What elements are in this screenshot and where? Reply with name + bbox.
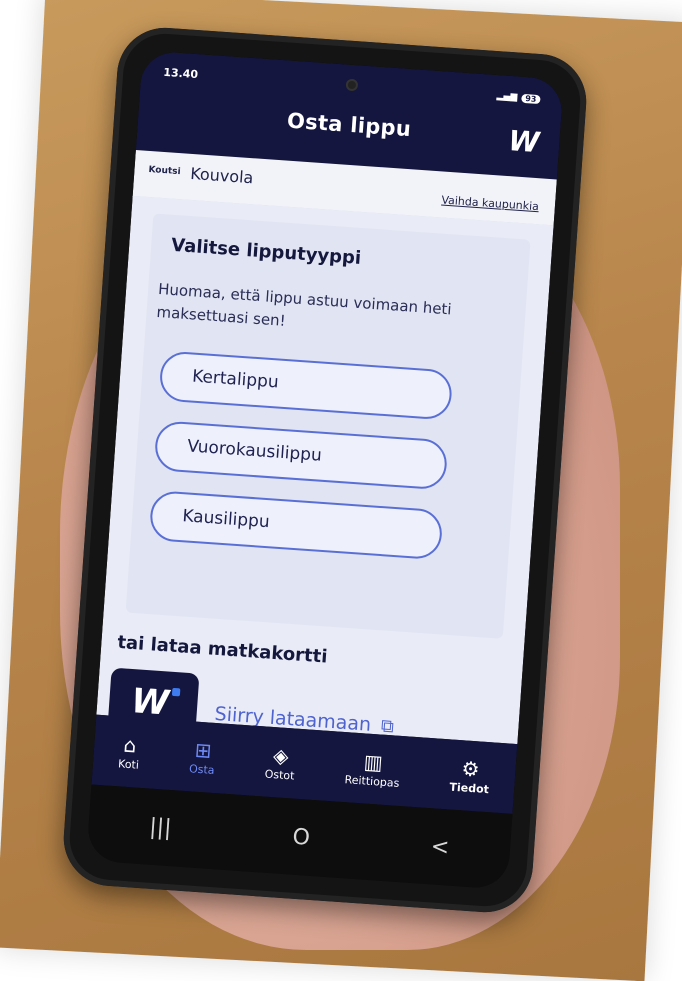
ticket-note: Huomaa, että lippu astuu voimaan heti ma… (155, 279, 453, 330)
nav-item-koti[interactable]: ⌂ Koti (117, 732, 141, 772)
nav-item-osta[interactable]: ⊞ Osta (188, 737, 217, 777)
option-kertalippu-button[interactable]: Kertalippu (158, 350, 454, 421)
battery-badge: 93 (520, 93, 541, 104)
status-icons: ▂▄▆ 93 (496, 91, 541, 104)
phone: 13.40 ▂▄▆ 93 Osta lippu W Koutsi Kouvola… (60, 24, 590, 916)
option-kausilippu-button[interactable]: Kausilippu (148, 489, 444, 561)
page-title: Osta lippu (286, 108, 412, 142)
phone-screen: 13.40 ▂▄▆ 93 Osta lippu W Koutsi Kouvola… (86, 50, 564, 890)
back-button[interactable]: < (430, 834, 450, 860)
travel-card-heading: tai lataa matkakortti (116, 631, 329, 668)
option-label: Kertalippu (191, 366, 280, 393)
city-value: Kouvola (189, 163, 255, 188)
ticket-type-card: Valitse lipputyyppi Huomaa, että lippu a… (125, 213, 531, 639)
nav-label: Koti (117, 756, 140, 772)
home-icon: ⌂ (122, 732, 138, 757)
city-label: Koutsi (148, 164, 181, 178)
status-time: 13.40 (162, 65, 199, 82)
nav-label: Reittiopas (344, 772, 400, 790)
home-button[interactable]: O (292, 824, 311, 850)
main-content: Valitse lipputyyppi Huomaa, että lippu a… (96, 195, 554, 745)
nav-label: Tiedot (449, 779, 490, 796)
signal-icon: ▂▄▆ (496, 91, 518, 103)
ticket-type-heading: Valitse lipputyyppi (170, 234, 362, 269)
nav-item-reittiopas[interactable]: ▥ Reittiopas (344, 748, 401, 790)
option-label: Vuorokausilippu (186, 436, 323, 466)
basket-icon: ⊞ (194, 737, 213, 763)
nav-label: Ostot (264, 767, 295, 783)
change-city-link[interactable]: Vaihda kaupunkia (441, 193, 539, 213)
ticket-icon: ◈ (272, 742, 290, 768)
nav-item-tiedot[interactable]: ⚙ Tiedot (449, 756, 491, 796)
recent-apps-button[interactable]: ||| (148, 814, 172, 840)
app-logo: W (507, 124, 541, 160)
logo-dot (171, 687, 181, 697)
map-icon: ▥ (363, 748, 384, 775)
gear-icon: ⚙ (460, 755, 481, 781)
front-camera (345, 78, 359, 92)
option-label: Kausilippu (181, 506, 271, 533)
option-vuorokausilippu-button[interactable]: Vuorokausilippu (153, 420, 449, 491)
nav-label: Osta (188, 761, 215, 777)
nav-item-ostot[interactable]: ◈ Ostot (264, 743, 296, 782)
